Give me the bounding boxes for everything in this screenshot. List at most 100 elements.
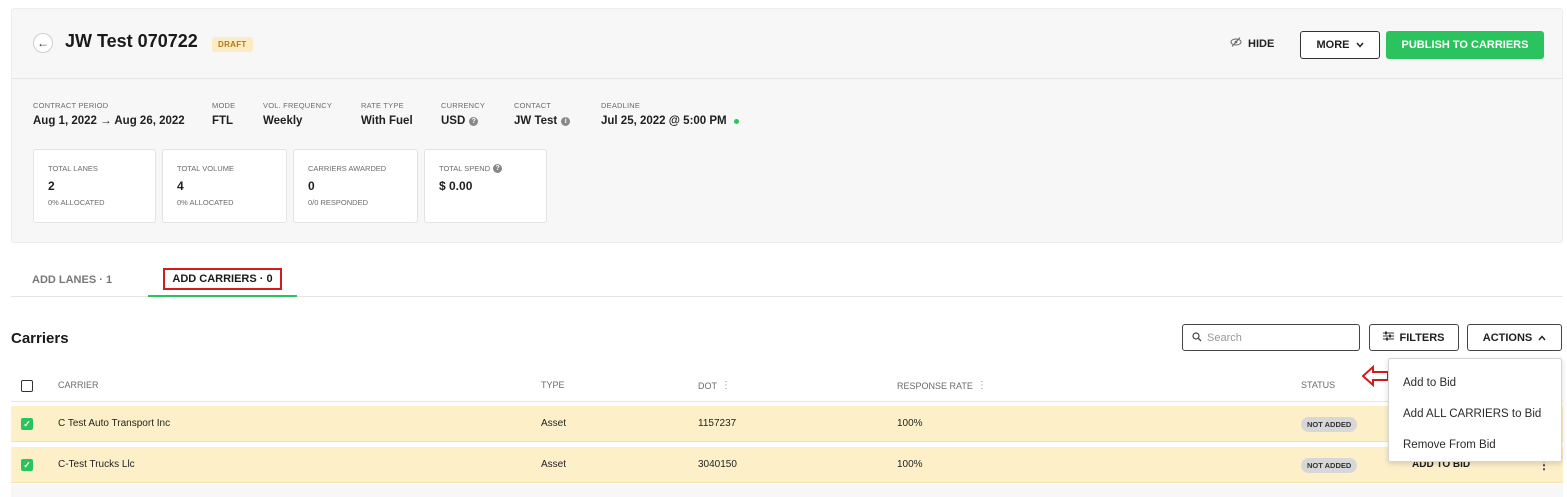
stat-value: 0 (308, 179, 315, 193)
tab-add-carriers-label: ADD CARRIERS · 0 (163, 267, 282, 290)
more-button[interactable]: MORE (1300, 31, 1380, 59)
column-header-type[interactable]: TYPE (541, 380, 565, 390)
meta-contact: CONTACT JW Test i (514, 101, 571, 127)
stat-value: $ 0.00 (439, 179, 473, 193)
contact-value: JW Test (514, 115, 558, 127)
meta-label: CURRENCY (441, 101, 486, 110)
annotation-arrow-icon (1362, 365, 1389, 387)
carrier-type: Asset (541, 418, 567, 429)
search-icon (1192, 329, 1202, 347)
table-row[interactable]: ✓ C-Test Trucks Llc Asset 3040150 100% N… (11, 447, 1563, 483)
publish-to-carriers-button[interactable]: PUBLISH TO CARRIERS (1386, 31, 1544, 59)
meta-mode: MODE FTL (212, 101, 235, 127)
meta-value: Weekly (263, 115, 303, 127)
meta-label: RATE TYPE (361, 101, 404, 110)
column-header-response-rate[interactable]: RESPONSE RATE ⋮ (897, 380, 987, 391)
stat-sub: 0/0 RESPONDED (308, 198, 369, 207)
carrier-name: C-Test Trucks Llc (58, 459, 135, 470)
meta-label: VOL. FREQUENCY (263, 101, 333, 110)
column-menu-icon[interactable]: ⋮ (977, 380, 987, 391)
filters-label: FILTERS (1399, 331, 1445, 344)
meta-value: Aug 1, 2022 → Aug 26, 2022 (33, 115, 185, 127)
stat-carriers-awarded: CARRIERS AWARDED 0 0/0 RESPONDED (293, 149, 418, 223)
table-header: CARRIER TYPE DOT ⋮ RESPONSE RATE ⋮ STATU… (11, 372, 1563, 402)
actions-label: ACTIONS (1482, 331, 1533, 344)
carrier-type: Asset (541, 459, 567, 470)
actions-button[interactable]: ACTIONS (1467, 324, 1562, 351)
tab-add-lanes[interactable]: ADD LANES · 1 (32, 262, 112, 297)
select-all-checkbox[interactable] (21, 380, 33, 392)
status-badge: NOT ADDED (1301, 458, 1358, 473)
column-header-dot[interactable]: DOT ⋮ (698, 380, 731, 391)
eye-off-icon (1230, 36, 1242, 51)
stat-sub: 0% ALLOCATED (177, 198, 234, 207)
hide-label: HIDE (1248, 37, 1275, 50)
meta-deadline: DEADLINE Jul 25, 2022 @ 5:00 PM (601, 101, 739, 127)
carrier-dot: 1157237 (698, 418, 737, 429)
meta-value: JW Test i (514, 115, 571, 127)
stat-value: 4 (177, 179, 184, 193)
meta-label: DEADLINE (601, 101, 641, 110)
stat-label-text: TOTAL SPEND (439, 164, 491, 173)
tab-bar: ADD LANES · 1 ADD CARRIERS · 0 (11, 262, 1563, 297)
help-icon[interactable]: ? (469, 116, 479, 126)
column-header-carrier[interactable]: CARRIER (58, 380, 99, 390)
deadline-value: Jul 25, 2022 @ 5:00 PM (601, 115, 727, 127)
row-checkbox[interactable]: ✓ (21, 418, 33, 430)
table-row[interactable]: ✓ C Test Auto Transport Inc Asset 115723… (11, 406, 1563, 442)
carrier-name: C Test Auto Transport Inc (58, 418, 171, 429)
search-box[interactable] (1182, 324, 1360, 351)
stat-label: TOTAL VOLUME (177, 164, 234, 173)
chevron-up-icon (1538, 332, 1546, 344)
actions-dropdown-menu: Add to Bid Add ALL CARRIERS to Bid Remov… (1388, 358, 1562, 462)
sliders-icon (1383, 331, 1395, 344)
stat-sub: 0% ALLOCATED (48, 198, 105, 207)
carrier-response-rate: 100% (897, 459, 923, 470)
stat-label: TOTAL SPEND ? (439, 164, 546, 173)
meta-label: MODE (212, 101, 236, 110)
status-badge: NOT ADDED (1301, 417, 1358, 432)
chevron-down-icon (1355, 39, 1364, 51)
meta-currency: CURRENCY USD ? (441, 101, 485, 127)
hide-button[interactable]: HIDE (1230, 36, 1274, 51)
more-label: MORE (1316, 39, 1350, 51)
stat-value: 2 (48, 179, 55, 193)
stat-label: TOTAL LANES (48, 164, 98, 173)
stat-total-lanes: TOTAL LANES 2 0% ALLOCATED (33, 149, 156, 223)
column-label: DOT (698, 380, 717, 391)
meta-label: CONTACT (514, 101, 552, 110)
column-header-status[interactable]: STATUS (1301, 380, 1335, 390)
meta-rate-type: RATE TYPE With Fuel (361, 101, 413, 127)
stat-label: CARRIERS AWARDED (308, 164, 387, 173)
carrier-response-rate: 100% (897, 418, 923, 429)
carrier-dot: 3040150 (698, 459, 737, 470)
column-menu-icon[interactable]: ⋮ (721, 380, 731, 391)
column-label: RESPONSE RATE (897, 380, 973, 391)
row-checkbox[interactable]: ✓ (21, 459, 33, 471)
header-top-bar: ← JW Test 070722 DRAFT HIDE MORE PUBLISH… (12, 9, 1562, 79)
table-row (11, 484, 1563, 497)
help-icon[interactable]: ? (493, 164, 503, 173)
stat-total-spend: TOTAL SPEND ? $ 0.00 (424, 149, 547, 223)
menu-item-add-all-carriers[interactable]: Add ALL CARRIERS to Bid (1389, 398, 1561, 429)
search-input[interactable] (1207, 331, 1347, 344)
deadline-status-dot (733, 118, 739, 124)
stat-total-volume: TOTAL VOLUME 4 0% ALLOCATED (162, 149, 287, 223)
currency-value: USD (441, 115, 466, 127)
back-button[interactable]: ← (33, 33, 53, 53)
menu-item-remove-from-bid[interactable]: Remove From Bid (1389, 429, 1561, 460)
section-title: Carriers (11, 330, 69, 347)
info-icon[interactable]: i (561, 116, 571, 126)
meta-contract-period: CONTRACT PERIOD Aug 1, 2022 → Aug 26, 20… (33, 101, 185, 127)
meta-vol-frequency: VOL. FREQUENCY Weekly (263, 101, 332, 127)
arrow-left-icon: ← (37, 36, 49, 50)
bid-header-card: ← JW Test 070722 DRAFT HIDE MORE PUBLISH… (11, 8, 1563, 243)
page-title: JW Test 070722 (65, 31, 198, 51)
meta-value: Jul 25, 2022 @ 5:00 PM (601, 115, 739, 127)
status-badge: DRAFT (212, 37, 253, 52)
meta-value: USD ? (441, 115, 485, 127)
tab-add-carriers[interactable]: ADD CARRIERS · 0 (148, 262, 297, 297)
menu-item-add-to-bid[interactable]: Add to Bid (1389, 367, 1561, 398)
filters-button[interactable]: FILTERS (1369, 324, 1459, 351)
meta-label: CONTRACT PERIOD (33, 101, 109, 110)
